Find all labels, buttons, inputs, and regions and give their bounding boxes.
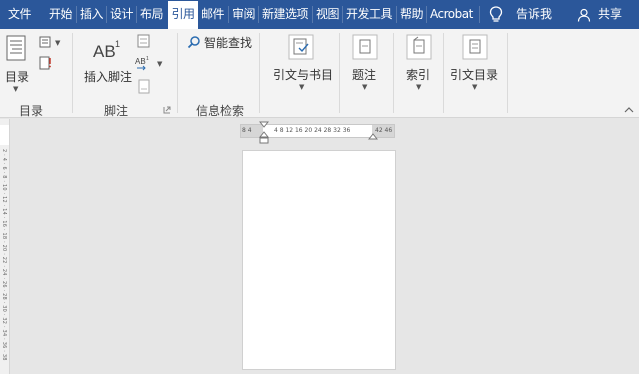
chevron-down-icon[interactable]: ▼	[472, 83, 477, 91]
tab-divider	[228, 6, 229, 23]
tell-me-box[interactable]: 告诉我	[516, 0, 552, 29]
group-divider	[507, 33, 508, 113]
table-of-authorities-icon[interactable]	[461, 34, 489, 60]
tab-home[interactable]: 开始	[49, 0, 73, 29]
table-of-contents-icon[interactable]	[6, 35, 28, 63]
svg-text:1: 1	[146, 56, 149, 62]
vertical-ruler-numbers: 2 · 4 · 6 · 8 · 10 · 12 · 14 · 16 · 18 ·…	[1, 149, 7, 361]
group-label-research: 信息检索	[196, 104, 245, 118]
chevron-down-icon[interactable]: ▼	[416, 83, 421, 91]
chevron-down-icon[interactable]: ▼	[55, 39, 60, 47]
collapse-ribbon-icon[interactable]	[624, 106, 634, 114]
person-icon[interactable]	[577, 8, 591, 22]
add-text-icon[interactable]	[38, 35, 52, 49]
index-icon[interactable]	[405, 34, 433, 60]
tab-divider	[312, 6, 313, 23]
captions-button[interactable]: 题注	[352, 66, 376, 83]
svg-text:AB: AB	[93, 42, 116, 61]
group-label-toc: 目录	[19, 104, 44, 118]
tab-divider	[136, 6, 137, 23]
tab-acrobat[interactable]: Acrobat	[430, 0, 473, 29]
tab-new-options[interactable]: 新建选项	[262, 0, 309, 29]
group-divider	[393, 33, 394, 113]
chevron-down-icon[interactable]: ▼	[362, 83, 367, 91]
ruler-numbers: 4 8 12 16 20 24 28 32 36	[274, 127, 351, 134]
tab-file[interactable]: 文件	[8, 0, 32, 29]
vertical-ruler: 2 · 4 · 6 · 8 · 10 · 12 · 14 · 16 · 18 ·…	[0, 119, 10, 374]
group-divider	[259, 33, 260, 113]
tab-divider	[258, 6, 259, 23]
tab-layout[interactable]: 布局	[140, 0, 164, 29]
tab-design[interactable]: 设计	[110, 0, 134, 29]
captions-icon[interactable]	[351, 34, 379, 60]
tab-review[interactable]: 审阅	[232, 0, 256, 29]
smart-lookup-button[interactable]: 智能查找	[204, 34, 252, 51]
citation-icon[interactable]	[287, 34, 315, 60]
document-page[interactable]	[242, 150, 396, 370]
dialog-launcher-icon[interactable]	[163, 106, 171, 114]
svg-text:1: 1	[115, 39, 120, 49]
search-icon[interactable]	[187, 35, 201, 49]
table-of-authorities-button[interactable]: 引文目录	[450, 66, 498, 83]
chevron-down-icon[interactable]: ▼	[13, 85, 18, 93]
update-table-icon[interactable]	[38, 55, 52, 71]
index-button[interactable]: 索引	[406, 66, 430, 83]
group-divider	[339, 33, 340, 113]
tab-insert[interactable]: 插入	[80, 0, 104, 29]
vertical-ruler-margin	[0, 125, 9, 145]
next-footnote-icon[interactable]: AB 1	[134, 55, 152, 71]
insert-footnote-button[interactable]: 插入脚注	[84, 68, 132, 85]
vertical-ruler-ticks: 2 · 4 · 6 · 8 · 10 · 12 · 14 · 16 · 18 ·…	[0, 149, 10, 369]
lightbulb-icon[interactable]	[489, 6, 503, 23]
tab-help[interactable]: 帮助	[400, 0, 424, 29]
indent-marker-icon[interactable]	[259, 121, 269, 145]
ruler-left-numbers: 8 4	[242, 127, 252, 134]
right-indent-marker-icon[interactable]	[368, 133, 378, 140]
tab-view[interactable]: 视图	[316, 0, 340, 29]
group-divider	[443, 33, 444, 113]
group-divider	[177, 33, 178, 113]
chevron-down-icon[interactable]: ▼	[299, 83, 304, 91]
ribbon-tab-bar: 文件 开始 插入 设计 布局 引用 邮件 审阅 新建选项 视图 开发工具 帮助 …	[0, 0, 639, 29]
tab-divider	[479, 6, 480, 23]
insert-endnote-icon[interactable]	[136, 34, 152, 48]
tab-divider	[76, 6, 77, 23]
svg-text:AB: AB	[135, 57, 146, 66]
tab-divider	[426, 6, 427, 23]
insert-footnote-icon[interactable]: AB 1	[92, 37, 122, 61]
group-label-footnotes: 脚注	[104, 104, 129, 118]
group-divider	[72, 33, 73, 113]
tab-divider	[342, 6, 343, 23]
chevron-down-icon[interactable]: ▼	[157, 60, 162, 68]
ribbon-references: 目录 ▼ ▼ 目录 AB 1 插入脚注 AB 1 ▼ 脚注 智能查找 信息检索 …	[0, 29, 639, 118]
tab-divider	[106, 6, 107, 23]
tab-references[interactable]: 引用	[168, 1, 198, 29]
tab-developer[interactable]: 开发工具	[346, 0, 393, 29]
citations-bibliography-button[interactable]: 引文与书目	[273, 66, 333, 83]
share-button[interactable]: 共享	[598, 0, 622, 29]
toc-button[interactable]: 目录	[5, 68, 29, 85]
tab-mailings[interactable]: 邮件	[201, 0, 225, 29]
show-notes-icon[interactable]	[137, 79, 151, 95]
tab-divider	[396, 6, 397, 23]
